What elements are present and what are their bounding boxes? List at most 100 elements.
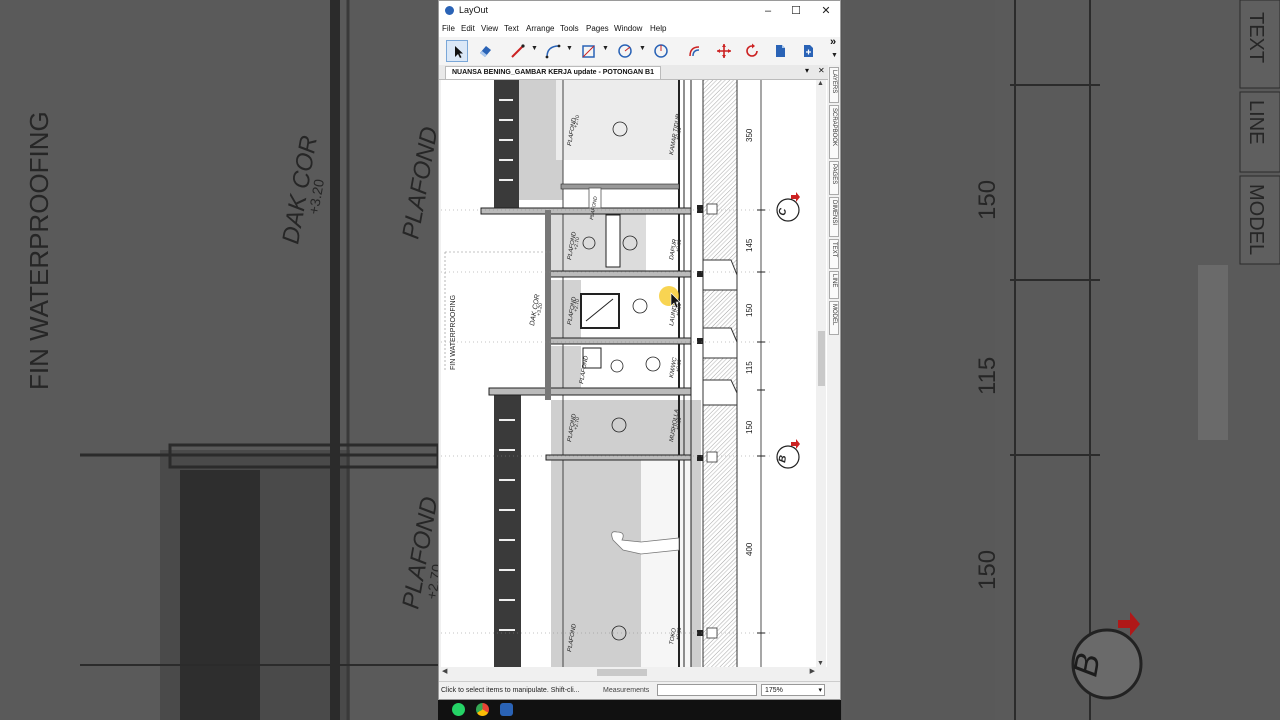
- arc-dropdown-icon[interactable]: ▼: [566, 45, 574, 55]
- bg-dim-150-b: 150: [974, 550, 1001, 590]
- vertical-scroll-thumb[interactable]: [818, 331, 825, 386]
- rotate-icon: [746, 43, 758, 57]
- tab-pages[interactable]: PAGES: [829, 161, 839, 195]
- tab-dimensi-label: DIMENSI: [831, 200, 837, 226]
- tab-line-label: LINE: [831, 274, 837, 288]
- chrome-icon[interactable]: [476, 703, 489, 716]
- drawing-canvas[interactable]: 350 145 150 115 150 400 KAMAR TIDUR ±0.0…: [441, 80, 827, 667]
- circle-dropdown-icon[interactable]: ▼: [639, 45, 647, 55]
- zoom-dropdown-icon[interactable]: ▾: [818, 685, 822, 696]
- move-tool-button[interactable]: [713, 40, 735, 62]
- taskbar: [438, 700, 841, 720]
- menu-file[interactable]: File: [442, 24, 455, 33]
- menu-arrange[interactable]: Arrange: [526, 24, 554, 33]
- tab-scrapbook[interactable]: SCRAPBOOK: [829, 105, 839, 159]
- page-icon: [776, 45, 785, 57]
- page-add-icon: [804, 45, 813, 57]
- move-icon: [717, 44, 731, 58]
- circle-icon: [618, 44, 632, 58]
- offset-icon: [689, 46, 700, 57]
- select-tool-button[interactable]: [446, 40, 468, 62]
- bg-dim-115: 115: [974, 357, 1001, 395]
- maximize-button[interactable]: ☐: [784, 3, 808, 19]
- tab-dimensi[interactable]: DIMENSI: [829, 197, 839, 237]
- tab-scrapbook-label: SCRAPBOOK: [831, 108, 837, 147]
- tab-layers[interactable]: LAYERS: [829, 67, 839, 103]
- bg-tab-text: TEXT: [1245, 12, 1267, 63]
- scroll-up-icon[interactable]: ▲: [817, 80, 824, 87]
- polygon-icon: [654, 44, 668, 58]
- dim-350: 350: [745, 128, 754, 142]
- eraser-icon: [480, 46, 491, 57]
- close-tab-button[interactable]: ✕: [818, 66, 825, 75]
- whatsapp-icon[interactable]: [452, 703, 465, 716]
- menu-text[interactable]: Text: [504, 24, 519, 33]
- tab-pages-label: PAGES: [831, 164, 837, 185]
- tab-list-dropdown[interactable]: ▾: [805, 66, 809, 75]
- menu-view[interactable]: View: [481, 24, 498, 33]
- tab-text-label: TEXT: [831, 242, 837, 258]
- dim-400: 400: [745, 542, 754, 556]
- line-icon: [511, 44, 525, 58]
- horizontal-scroll-thumb[interactable]: [597, 669, 647, 676]
- bg-tab-model: MODEL: [1245, 184, 1267, 255]
- page-add-button[interactable]: [797, 40, 819, 62]
- rectangle-tool-button[interactable]: [578, 40, 600, 62]
- main-toolbar: ▼ ▼ ▼ ▼ » ▼: [439, 36, 840, 66]
- measurements-label: Measurements: [603, 687, 650, 694]
- dim-115: 115: [745, 361, 754, 374]
- measurements-input[interactable]: [657, 684, 757, 696]
- zoom-value: 175%: [765, 687, 783, 694]
- tab-text[interactable]: TEXT: [829, 239, 839, 269]
- line-dropdown-icon[interactable]: ▼: [531, 45, 539, 55]
- dim-145: 145: [745, 238, 754, 252]
- menu-tools[interactable]: Tools: [560, 24, 579, 33]
- eraser-tool-button[interactable]: [474, 40, 496, 62]
- arc-icon: [545, 44, 561, 59]
- minimize-button[interactable]: –: [756, 3, 780, 19]
- dim-150-b: 150: [745, 420, 754, 434]
- window-title: LayOut: [459, 5, 489, 15]
- status-hint: Click to select items to manipulate. Shi…: [441, 687, 580, 694]
- rotate-tool-button[interactable]: [741, 40, 763, 62]
- section-drawing: 350 145 150 115 150 400 KAMAR TIDUR ±0.0…: [441, 80, 827, 667]
- toolbar-overflow-button[interactable]: »: [830, 36, 836, 48]
- rectangle-icon: [582, 45, 595, 58]
- bg-dim-150-a: 150: [974, 180, 1001, 220]
- scroll-left-icon[interactable]: ◀: [442, 667, 447, 675]
- tab-model-label: MODEL: [831, 304, 837, 326]
- circle-tool-button[interactable]: [614, 40, 636, 62]
- layout-app-icon: [445, 6, 454, 15]
- close-window-button[interactable]: ✕: [814, 3, 838, 19]
- tab-layers-label: LAYERS: [831, 70, 837, 94]
- polygon-tool-button[interactable]: [650, 40, 672, 62]
- line-tool-button[interactable]: [507, 40, 529, 62]
- menu-bar: File Edit View Text Arrange Tools Pages …: [439, 21, 840, 37]
- menu-help[interactable]: Help: [650, 24, 666, 33]
- select-icon: [455, 46, 463, 58]
- scroll-right-icon[interactable]: ▶: [810, 667, 815, 675]
- layout-taskbar-icon[interactable]: [500, 703, 513, 716]
- tab-line[interactable]: LINE: [829, 271, 839, 299]
- side-panel-tabs: LAYERS SCRAPBOOK PAGES DIMENSI TEXT LINE…: [828, 65, 840, 385]
- menu-window[interactable]: Window: [614, 24, 642, 33]
- tab-model[interactable]: MODEL: [829, 301, 839, 335]
- menu-edit[interactable]: Edit: [461, 24, 475, 33]
- offset-tool-button[interactable]: [684, 40, 706, 62]
- zoom-select[interactable]: 175% ▾: [761, 684, 825, 696]
- document-tab[interactable]: NUANSA BENING_GAMBAR KERJA update - POTO…: [445, 66, 661, 79]
- bg-tab-line: LINE: [1245, 100, 1267, 144]
- arc-tool-button[interactable]: [542, 40, 564, 62]
- title-bar[interactable]: LayOut – ☐ ✕: [439, 1, 840, 21]
- layout-window: LayOut – ☐ ✕ File Edit View Text Arrange…: [438, 0, 841, 700]
- page-button[interactable]: [769, 40, 791, 62]
- waterproofing-label: FIN WATERPROOFING: [450, 295, 457, 370]
- dim-150-a: 150: [745, 303, 754, 317]
- bg-waterproof-label: FIN WATERPROOFING: [24, 111, 54, 390]
- status-bar: Click to select items to manipulate. Shi…: [439, 681, 840, 699]
- rectangle-dropdown-icon[interactable]: ▼: [602, 45, 610, 55]
- document-tab-bar: NUANSA BENING_GAMBAR KERJA update - POTO…: [439, 65, 840, 80]
- scroll-down-icon[interactable]: ▼: [817, 660, 824, 667]
- menu-pages[interactable]: Pages: [586, 24, 609, 33]
- toolbar-dropdown-icon[interactable]: ▼: [831, 52, 839, 62]
